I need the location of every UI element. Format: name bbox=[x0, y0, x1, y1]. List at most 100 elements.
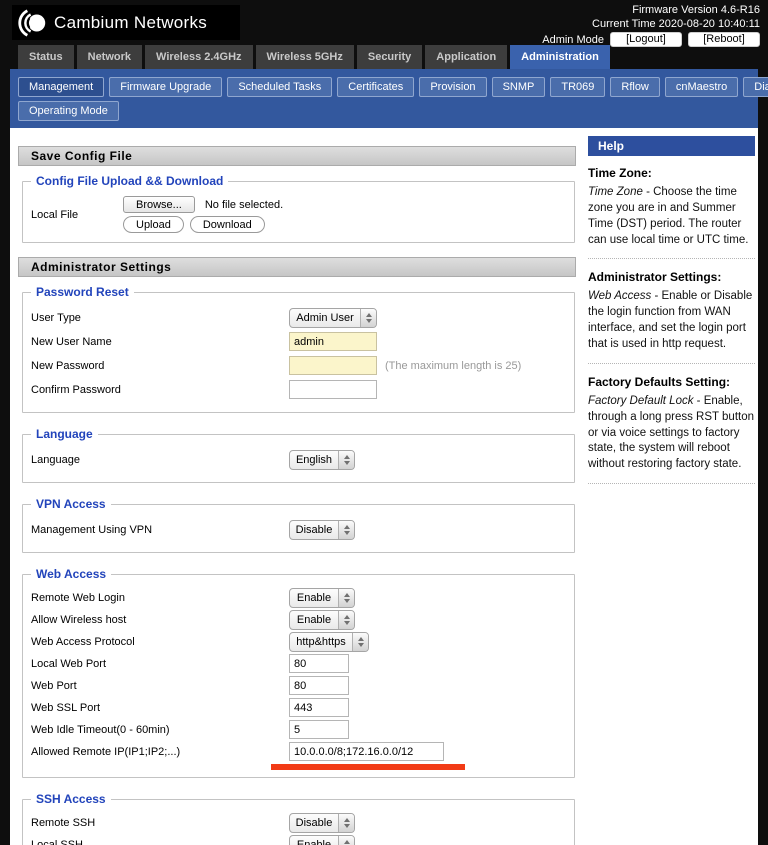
download-button[interactable]: Download bbox=[190, 216, 265, 233]
field-row-new-user-name: New User Name bbox=[23, 331, 574, 352]
help-entry-time-zone-text: Time Zone - Choose the time zone you are… bbox=[588, 185, 755, 248]
web-access-protocol-selected-value: http&https bbox=[290, 633, 352, 651]
local-web-port-input[interactable] bbox=[289, 654, 349, 673]
help-header: Help bbox=[588, 136, 755, 156]
field-row-allow-wireless-host: Allow Wireless hostEnable bbox=[23, 609, 574, 630]
tab-network[interactable]: Network bbox=[77, 45, 142, 69]
logo-text: Cambium Networks bbox=[54, 13, 207, 33]
help-panel: Help Time Zone: Time Zone - Choose the ti… bbox=[582, 128, 758, 845]
help-entry-administrator-settings-text: Web Access - Enable or Disable the login… bbox=[588, 289, 755, 352]
tab-application[interactable]: Application bbox=[425, 45, 507, 69]
field-row-local-ssh: Local SSHEnable bbox=[23, 834, 574, 845]
allow-wireless-host-select[interactable]: Enable bbox=[289, 610, 355, 630]
page: Cambium Networks Firmware Version 4.6-R1… bbox=[0, 0, 768, 845]
sub-nav-row-1: ManagementFirmware UpgradeScheduled Task… bbox=[14, 77, 754, 97]
fieldset-web-access-legend: Web Access bbox=[31, 567, 111, 581]
language-selected-value: English bbox=[290, 451, 338, 469]
language-select[interactable]: English bbox=[289, 450, 355, 470]
remote-ssh-stepper-icon bbox=[338, 814, 354, 832]
remote-web-login-stepper-icon bbox=[338, 589, 354, 607]
web-ssl-port-input[interactable] bbox=[289, 698, 349, 717]
field-row-management-using-vpn: Management Using VPNDisable bbox=[23, 519, 574, 540]
cambium-logo: Cambium Networks bbox=[12, 5, 240, 40]
help-entries: Time Zone: Time Zone - Choose the time zo… bbox=[588, 166, 755, 484]
subtab-rflow[interactable]: Rflow bbox=[610, 77, 660, 97]
subtab-provision[interactable]: Provision bbox=[419, 77, 486, 97]
local-file-row: Local File Browse... No file selected. U… bbox=[23, 196, 574, 233]
logout-button[interactable]: [Logout] bbox=[610, 32, 682, 47]
fieldset-vpn-access-legend: VPN Access bbox=[31, 497, 111, 511]
annotation-red-underline bbox=[271, 764, 465, 770]
tab-administration[interactable]: Administration bbox=[510, 45, 610, 69]
firmware-version: Firmware Version 4.6-R16 bbox=[542, 3, 760, 17]
help-entry-administrator-settings-term: Web Access bbox=[588, 290, 651, 302]
field-row-web-idle-timeout: Web Idle Timeout(0 - 60min) bbox=[23, 719, 574, 740]
field-row-web-access-protocol: Web Access Protocolhttp&https bbox=[23, 631, 574, 652]
subtab-operating-mode[interactable]: Operating Mode bbox=[18, 101, 119, 121]
field-row-confirm-password: Confirm Password bbox=[23, 379, 574, 400]
management-using-vpn-select[interactable]: Disable bbox=[289, 520, 355, 540]
new-user-name-label: New User Name bbox=[31, 336, 289, 348]
config-file-legend: Config File Upload && Download bbox=[31, 174, 228, 188]
new-password-note: (The maximum length is 25) bbox=[385, 360, 521, 372]
field-row-web-port: Web Port bbox=[23, 675, 574, 696]
no-file-selected-text: No file selected. bbox=[205, 199, 283, 211]
reboot-button[interactable]: [Reboot] bbox=[688, 32, 760, 47]
cambium-logo-icon bbox=[17, 7, 49, 39]
user-type-label: User Type bbox=[31, 312, 289, 324]
subtab-scheduled-tasks[interactable]: Scheduled Tasks bbox=[227, 77, 332, 97]
confirm-password-input[interactable] bbox=[289, 380, 377, 399]
help-entry-factory-defaults-setting: Factory Defaults Setting:Factory Default… bbox=[588, 375, 755, 473]
local-ssh-select[interactable]: Enable bbox=[289, 835, 355, 845]
help-entry-time-zone-heading: Time Zone: bbox=[588, 166, 755, 180]
tab-wireless-5ghz[interactable]: Wireless 5GHz bbox=[256, 45, 354, 69]
remote-ssh-select[interactable]: Disable bbox=[289, 813, 355, 833]
local-file-label: Local File bbox=[31, 209, 123, 221]
field-row-local-web-port: Local Web Port bbox=[23, 653, 574, 674]
local-web-port-label: Local Web Port bbox=[31, 658, 289, 670]
fieldset-ssh-access-legend: SSH Access bbox=[31, 792, 111, 806]
subtab-diagnosis[interactable]: Diagnosis bbox=[743, 77, 768, 97]
field-row-new-password: New Password(The maximum length is 25) bbox=[23, 355, 574, 376]
remote-web-login-select[interactable]: Enable bbox=[289, 588, 355, 608]
subtab-tr069[interactable]: TR069 bbox=[550, 77, 605, 97]
subtab-firmware-upgrade[interactable]: Firmware Upgrade bbox=[109, 77, 222, 97]
local-ssh-stepper-icon bbox=[338, 836, 354, 845]
language-stepper-icon bbox=[338, 451, 354, 469]
web-port-input[interactable] bbox=[289, 676, 349, 695]
section-header-save-config: Save Config File bbox=[18, 146, 576, 166]
tab-status[interactable]: Status bbox=[18, 45, 74, 69]
upload-button[interactable]: Upload bbox=[123, 216, 184, 233]
fieldset-language-legend: Language bbox=[31, 427, 98, 441]
language-label: Language bbox=[31, 454, 289, 466]
subtab-cnmaestro[interactable]: cnMaestro bbox=[665, 77, 738, 97]
admin-mode-label: Admin Mode bbox=[542, 33, 604, 47]
browse-button[interactable]: Browse... bbox=[123, 196, 195, 213]
help-entry-factory-defaults-setting-term: Factory Default Lock bbox=[588, 395, 693, 407]
new-password-input[interactable] bbox=[289, 356, 377, 375]
tab-security[interactable]: Security bbox=[357, 45, 422, 69]
field-row-user-type: User TypeAdmin User bbox=[23, 307, 574, 328]
help-entry-time-zone: Time Zone: Time Zone - Choose the time zo… bbox=[588, 166, 755, 248]
top-header: Cambium Networks Firmware Version 4.6-R1… bbox=[0, 0, 768, 45]
subtab-certificates[interactable]: Certificates bbox=[337, 77, 414, 97]
current-time: Current Time 2020-08-20 10:40:11 bbox=[542, 17, 760, 31]
remote-ssh-label: Remote SSH bbox=[31, 817, 289, 829]
web-idle-timeout-label: Web Idle Timeout(0 - 60min) bbox=[31, 724, 289, 736]
help-entry-administrator-settings-heading: Administrator Settings: bbox=[588, 270, 755, 284]
web-access-protocol-select[interactable]: http&https bbox=[289, 632, 369, 652]
web-idle-timeout-input[interactable] bbox=[289, 720, 349, 739]
user-type-selected-value: Admin User bbox=[290, 309, 360, 327]
main-tab-bar: StatusNetworkWireless 2.4GHzWireless 5GH… bbox=[10, 45, 758, 69]
allowed-remote-ip-input[interactable] bbox=[289, 742, 444, 761]
help-entry-administrator-settings: Administrator Settings: Web Access - Enab… bbox=[588, 270, 755, 352]
subtab-snmp[interactable]: SNMP bbox=[492, 77, 546, 97]
subtab-management[interactable]: Management bbox=[18, 77, 104, 97]
tab-wireless-2-4ghz[interactable]: Wireless 2.4GHz bbox=[145, 45, 253, 69]
user-type-select[interactable]: Admin User bbox=[289, 308, 377, 328]
sub-nav-row-2: Operating Mode bbox=[14, 101, 754, 121]
section-header-admin-settings: Administrator Settings bbox=[18, 257, 576, 277]
web-ssl-port-label: Web SSL Port bbox=[31, 702, 289, 714]
local-ssh-selected-value: Enable bbox=[290, 836, 338, 845]
new-user-name-input[interactable] bbox=[289, 332, 377, 351]
